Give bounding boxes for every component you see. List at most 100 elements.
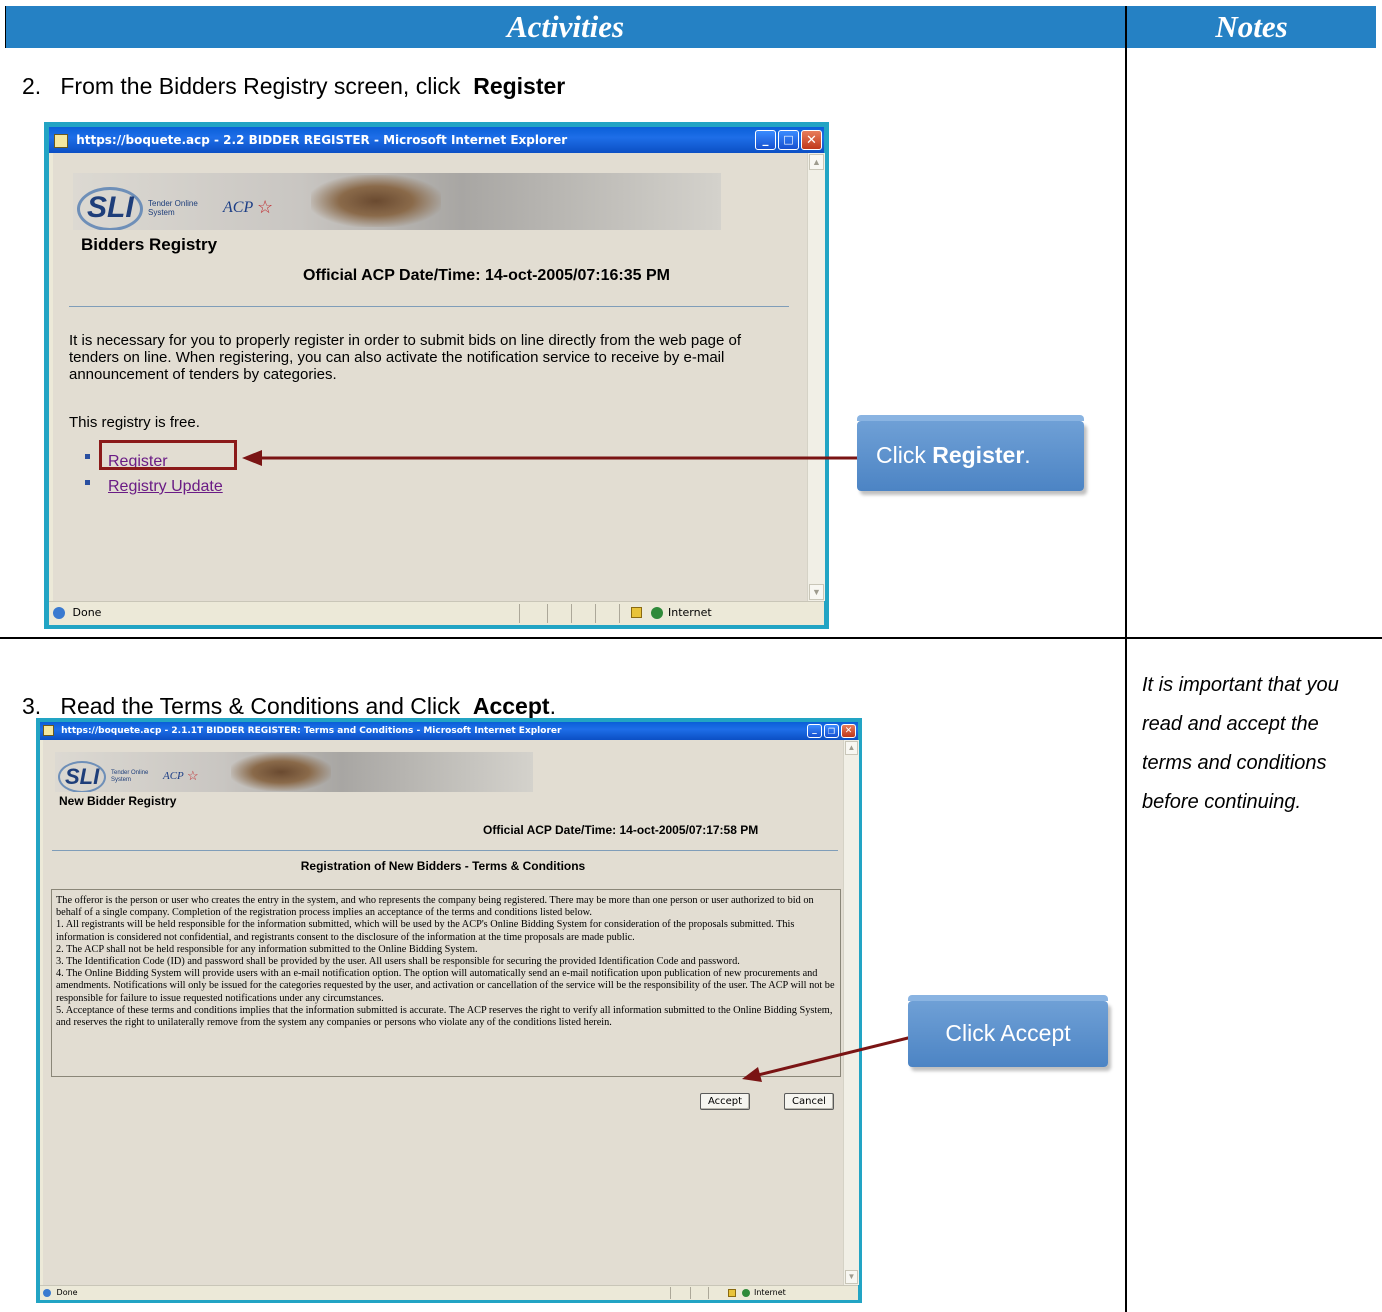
step-3-note: It is important that you read and accept…: [1142, 674, 1339, 813]
scroll-up-arrow[interactable]: ▲: [845, 741, 858, 755]
status-separator: [595, 604, 596, 623]
status-separator: [519, 604, 520, 623]
minimize-button[interactable]: _: [807, 724, 822, 738]
close-icon: ✕: [844, 726, 853, 736]
acp-star-icon: ☆: [187, 768, 199, 783]
callout-text: Click Accept: [945, 1020, 1071, 1046]
title-bar[interactable]: https://boquete.acp - 2.2 BIDDER REGISTE…: [49, 127, 824, 153]
free-registry-text: This registry is free.: [69, 414, 200, 431]
cancel-button[interactable]: Cancel: [784, 1093, 834, 1110]
restore-button[interactable]: ❐: [824, 724, 839, 738]
callout-prefix: Click: [876, 442, 933, 468]
terms-paragraph: 5. Acceptance of these terms and conditi…: [56, 1004, 833, 1029]
scroll-up-arrow[interactable]: ▲: [809, 154, 824, 170]
zone-text: Internet: [668, 606, 712, 619]
ie-page-icon: [43, 725, 54, 736]
terms-paragraph: 4. The Online Bidding System will provid…: [56, 968, 835, 1004]
activities-header: Activities: [6, 6, 1125, 48]
terms-paragraph: 1. All registrants will be held responsi…: [56, 919, 795, 943]
close-icon: ✕: [806, 133, 817, 148]
globe-icon: [651, 607, 663, 619]
vertical-scrollbar[interactable]: ▲ ▼: [843, 740, 859, 1285]
logo-subtitle-1: Tender Online: [148, 199, 198, 208]
logo-subtitle-1: Tender Online: [111, 770, 149, 776]
terms-paragraph: 2. The ACP shall not be held responsible…: [56, 943, 478, 955]
restore-icon: ❐: [827, 727, 836, 736]
date-time-label: Official ACP Date/Time: 14-oct-2005/07:1…: [483, 823, 759, 837]
maximize-button[interactable]: □: [778, 130, 799, 150]
column-divider: [1125, 6, 1127, 1312]
page-content: SLI Tender Online System ACP ☆ New Bidde…: [43, 740, 843, 1285]
window-title: https://boquete.acp - 2.2 BIDDER REGISTE…: [76, 133, 568, 147]
minimize-button[interactable]: _: [755, 130, 776, 150]
close-button[interactable]: ✕: [801, 130, 822, 150]
status-bar: Done Internet: [40, 1285, 858, 1300]
callout-suffix: .: [1024, 442, 1031, 468]
step-2-number: 2.: [22, 73, 42, 99]
sli-logo: SLI: [87, 191, 134, 224]
page-heading: New Bidder Registry: [59, 794, 177, 808]
globe-icon: [742, 1289, 750, 1297]
header-banner: SLI Tender Online System ACP ☆: [55, 752, 533, 792]
scroll-down-arrow[interactable]: ▼: [845, 1270, 858, 1284]
step-2-instruction: 2. From the Bidders Registry screen, cli…: [22, 73, 565, 100]
activities-header-label: Activities: [506, 9, 625, 44]
status-bar: Done Internet: [49, 601, 824, 625]
row-divider: [0, 637, 1382, 639]
window-title: https://boquete.acp - 2.1.1T BIDDER REGI…: [61, 726, 562, 736]
arrow-pointer-icon: [742, 1034, 917, 1082]
zone-text: Internet: [754, 1288, 786, 1297]
accept-button[interactable]: Accept: [700, 1093, 750, 1110]
status-text: Done: [56, 1288, 78, 1297]
notes-header-label: Notes: [1215, 9, 1288, 44]
ie-page-icon: [53, 607, 65, 619]
status-separator: [670, 1287, 671, 1299]
header-banner: SLI Tender Online System ACP ☆: [73, 173, 721, 230]
ie-page-icon: [54, 133, 68, 148]
terms-paragraph: 3. The Identification Code (ID) and pass…: [56, 956, 740, 968]
separator-line: [69, 306, 789, 307]
browser-window-register: https://boquete.acp - 2.2 BIDDER REGISTE…: [44, 122, 829, 629]
status-text: Done: [72, 606, 102, 619]
terms-text-box[interactable]: The offeror is the person or user who cr…: [51, 889, 841, 1077]
separator-line: [52, 850, 838, 851]
step-3-bold: Accept: [472, 693, 550, 719]
registry-update-link[interactable]: Registry Update: [108, 478, 223, 496]
sli-logo: SLI: [65, 764, 100, 789]
terms-section-title: Registration of New Bidders - Terms & Co…: [300, 859, 586, 873]
handshake-image: [231, 753, 331, 791]
maximize-icon: □: [783, 133, 794, 146]
left-border-header: [5, 6, 6, 48]
lock-icon: [631, 607, 642, 618]
acp-star-icon: ☆: [257, 197, 274, 217]
handshake-image: [311, 175, 441, 227]
lock-icon: [728, 1289, 736, 1297]
bullet-icon: [85, 454, 90, 459]
status-separator: [708, 1287, 709, 1299]
click-register-callout: Click Register.: [857, 415, 1084, 491]
acp-logo: ACP: [223, 199, 254, 216]
scroll-down-arrow[interactable]: ▼: [809, 584, 824, 600]
logo-subtitle-2: System: [111, 777, 132, 783]
title-bar[interactable]: https://boquete.acp - 2.1.1T BIDDER REGI…: [40, 722, 858, 740]
date-time-label: Official ACP Date/Time: 14-oct-2005/07:1…: [303, 267, 670, 284]
register-highlight-box: [99, 440, 237, 470]
step-3-suffix: .: [549, 693, 556, 719]
step-3-text: Read the Terms & Conditions and Click: [60, 693, 461, 719]
status-separator: [571, 604, 572, 623]
step-3-instruction: 3. Read the Terms & Conditions and Click…: [22, 693, 556, 720]
notes-header: Notes: [1127, 6, 1376, 48]
arrow-pointer-icon: [242, 450, 858, 466]
minimize-icon: _: [762, 132, 769, 146]
status-separator: [619, 604, 620, 623]
close-button[interactable]: ✕: [841, 724, 856, 738]
callout-bold: Register: [932, 442, 1025, 468]
step-3-number: 3.: [22, 693, 42, 719]
vertical-scrollbar[interactable]: ▲ ▼: [807, 153, 825, 601]
page-content: SLI Tender Online System ACP ☆ Bidders R…: [53, 153, 807, 601]
status-separator: [547, 604, 548, 623]
terms-paragraph: The offeror is the person or user who cr…: [56, 895, 814, 919]
step-2-bold: Register: [473, 73, 566, 99]
browser-window-terms: https://boquete.acp - 2.1.1T BIDDER REGI…: [36, 718, 862, 1303]
bullet-icon: [85, 480, 90, 485]
